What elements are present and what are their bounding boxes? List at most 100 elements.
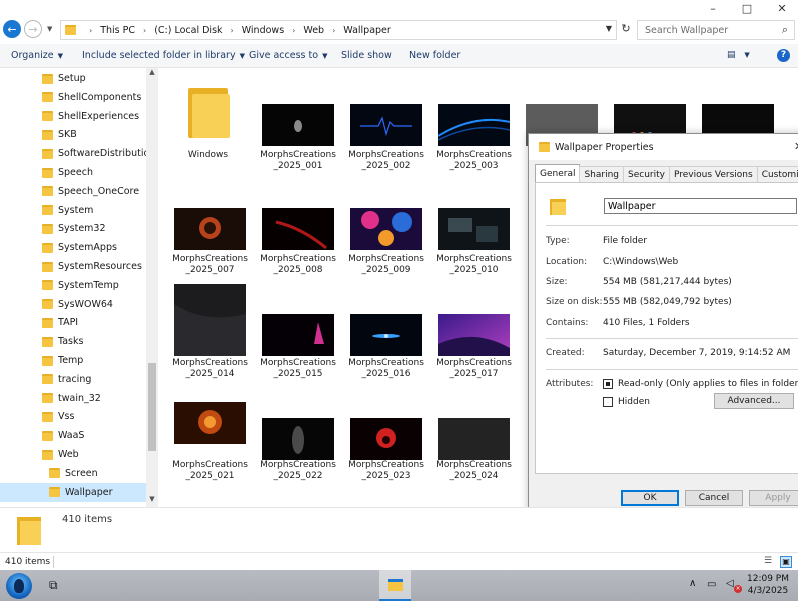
- chevron-down-icon: ▼: [239, 52, 245, 60]
- tab-customize[interactable]: Customize: [756, 166, 798, 183]
- refresh-button[interactable]: ↻: [619, 22, 633, 36]
- wallpaper-thumb-023[interactable]: MorphsCreations _2025_023: [344, 418, 428, 498]
- wallpaper-thumb-015[interactable]: MorphsCreations _2025_015: [256, 314, 340, 394]
- ok-button[interactable]: OK: [621, 490, 679, 506]
- folder-windows[interactable]: Windows: [166, 78, 250, 168]
- nav-item-tapi[interactable]: TAPI: [0, 313, 146, 332]
- chevron-up-icon[interactable]: ∧: [689, 578, 696, 589]
- wallpaper-thumb-016[interactable]: MorphsCreations _2025_016: [344, 314, 428, 394]
- tab-strip: General Sharing Security Previous Versio…: [535, 164, 798, 183]
- breadcrumb-sep-root[interactable]: ›: [81, 26, 100, 35]
- wallpaper-thumb-001[interactable]: MorphsCreations _2025_001: [256, 104, 340, 184]
- recent-locations-button[interactable]: ▼: [47, 25, 52, 33]
- slideshow-button[interactable]: Slide show: [341, 50, 392, 61]
- dialog-title-bar[interactable]: Wallpaper Properties ✕: [529, 134, 798, 160]
- organize-button[interactable]: Organize ▼: [11, 50, 63, 61]
- nav-item-screen[interactable]: Screen: [0, 464, 146, 483]
- volume-icon[interactable]: ◁: [726, 578, 734, 589]
- nav-item-systemtemp[interactable]: SystemTemp: [0, 276, 146, 295]
- scroll-down-icon[interactable]: ▼: [146, 495, 158, 507]
- nav-item-tasks[interactable]: Tasks: [0, 332, 146, 351]
- breadcrumb-local-disk[interactable]: (C:) Local Disk ›: [154, 25, 242, 36]
- size-value: 554 MB (581,217,444 bytes): [603, 277, 732, 287]
- chevron-down-icon[interactable]: ▼: [606, 24, 612, 33]
- system-clock[interactable]: 12:09 PM 4/3/2025: [746, 573, 790, 597]
- include-in-library-button[interactable]: Include selected folder in library ▼: [82, 50, 245, 61]
- nav-item-setup[interactable]: Setup: [0, 69, 146, 88]
- wallpaper-thumb-022[interactable]: MorphsCreations _2025_022: [256, 418, 340, 498]
- hidden-checkbox[interactable]: [603, 397, 613, 407]
- search-input[interactable]: Search Wallpaper ⌕: [637, 20, 795, 40]
- wallpaper-thumb-010[interactable]: MorphsCreations _2025_010: [432, 208, 516, 288]
- nav-item-tracing[interactable]: tracing: [0, 370, 146, 389]
- file-name: MorphsCreations _2025_017: [430, 358, 518, 380]
- folder-icon: [42, 336, 53, 347]
- wallpaper-thumb-003[interactable]: MorphsCreations _2025_003: [432, 104, 516, 184]
- nav-scrollbar[interactable]: ▲ ▼: [146, 68, 158, 507]
- network-icon[interactable]: ▭: [707, 579, 716, 590]
- nav-item-wallpaper[interactable]: Wallpaper: [0, 482, 146, 502]
- scroll-up-icon[interactable]: ▲: [146, 68, 158, 80]
- breadcrumb-windows[interactable]: Windows ›: [242, 25, 304, 36]
- address-bar[interactable]: › This PC › (C:) Local Disk › Windows › Web…: [60, 20, 617, 40]
- maximize-button[interactable]: □: [737, 2, 757, 18]
- nav-item-speech-onecore[interactable]: Speech_OneCore: [0, 182, 146, 201]
- cancel-button[interactable]: Cancel: [685, 490, 743, 506]
- wallpaper-thumb-021[interactable]: MorphsCreations _2025_021: [168, 402, 252, 492]
- nav-item-web[interactable]: Web: [0, 445, 146, 464]
- start-button[interactable]: [6, 573, 32, 599]
- scrollbar-thumb[interactable]: [148, 363, 156, 451]
- help-button[interactable]: ?: [777, 49, 790, 62]
- breadcrumb-wallpaper[interactable]: Wallpaper: [343, 25, 391, 36]
- large-icons-view-icon[interactable]: ▣: [780, 556, 792, 568]
- nav-item-speech[interactable]: Speech: [0, 163, 146, 182]
- readonly-checkbox[interactable]: [603, 379, 613, 389]
- file-name: MorphsCreations _2025_007: [166, 254, 254, 276]
- nav-item-vss[interactable]: Vss: [0, 407, 146, 426]
- wallpaper-thumb-017[interactable]: MorphsCreations _2025_017: [432, 314, 516, 394]
- file-explorer-taskbar-button[interactable]: [379, 570, 411, 601]
- file-name: MorphsCreations _2025_009: [342, 254, 430, 276]
- nav-item-syswow64[interactable]: SysWOW64: [0, 295, 146, 314]
- give-access-button[interactable]: Give access to ▼: [249, 50, 327, 61]
- wallpaper-thumb-014[interactable]: MorphsCreations _2025_014: [168, 284, 252, 384]
- wallpaper-thumb-008[interactable]: MorphsCreations _2025_008: [256, 208, 340, 288]
- nav-item-system[interactable]: System: [0, 201, 146, 220]
- close-icon[interactable]: ✕: [794, 140, 798, 153]
- nav-item-systemresources[interactable]: SystemResources: [0, 257, 146, 276]
- folder-icon: [42, 317, 53, 328]
- tab-previous-versions[interactable]: Previous Versions: [669, 166, 758, 183]
- thumbnail-image: [438, 314, 510, 356]
- nav-item-softwaredistribution[interactable]: SoftwareDistribution: [0, 144, 155, 163]
- wallpaper-thumb-002[interactable]: MorphsCreations _2025_002: [344, 104, 428, 184]
- close-button[interactable]: ✕: [772, 2, 792, 18]
- nav-item-skb[interactable]: SKB: [0, 125, 146, 144]
- nav-item-shellcomponents[interactable]: ShellComponents: [0, 88, 146, 107]
- tab-general[interactable]: General: [535, 164, 581, 183]
- wallpaper-thumb-024[interactable]: MorphsCreations _2025_024: [432, 418, 516, 498]
- advanced-button[interactable]: Advanced...: [714, 393, 794, 409]
- file-explorer-icon: [388, 579, 403, 591]
- nav-item-waas[interactable]: WaaS: [0, 426, 146, 445]
- change-view-button[interactable]: ▤ ▼: [727, 50, 757, 62]
- breadcrumb-web[interactable]: Web ›: [303, 25, 343, 36]
- forward-button[interactable]: →: [24, 20, 42, 38]
- details-view-icon[interactable]: ☰: [764, 556, 776, 568]
- tab-security[interactable]: Security: [623, 166, 670, 183]
- minimize-button[interactable]: –: [703, 2, 723, 18]
- tab-sharing[interactable]: Sharing: [579, 166, 625, 183]
- wallpaper-thumb-007[interactable]: MorphsCreations _2025_007: [168, 208, 252, 288]
- nav-item-twain-32[interactable]: twain_32: [0, 389, 146, 408]
- folder-name-field[interactable]: [604, 198, 797, 214]
- nav-item-system32[interactable]: System32: [0, 219, 146, 238]
- nav-item-shellexperiences[interactable]: ShellExperiences: [0, 107, 146, 126]
- apply-button[interactable]: Apply: [749, 490, 798, 506]
- new-folder-button[interactable]: New folder: [409, 50, 460, 61]
- breadcrumb-this-pc[interactable]: This PC ›: [100, 25, 154, 36]
- nav-item-systemapps[interactable]: SystemApps: [0, 238, 146, 257]
- nav-item-label: Vss: [58, 411, 75, 423]
- task-view-icon[interactable]: ⧉: [49, 578, 65, 592]
- back-button[interactable]: ←: [3, 20, 21, 38]
- wallpaper-thumb-009[interactable]: MorphsCreations _2025_009: [344, 208, 428, 288]
- nav-item-temp[interactable]: Temp: [0, 351, 146, 370]
